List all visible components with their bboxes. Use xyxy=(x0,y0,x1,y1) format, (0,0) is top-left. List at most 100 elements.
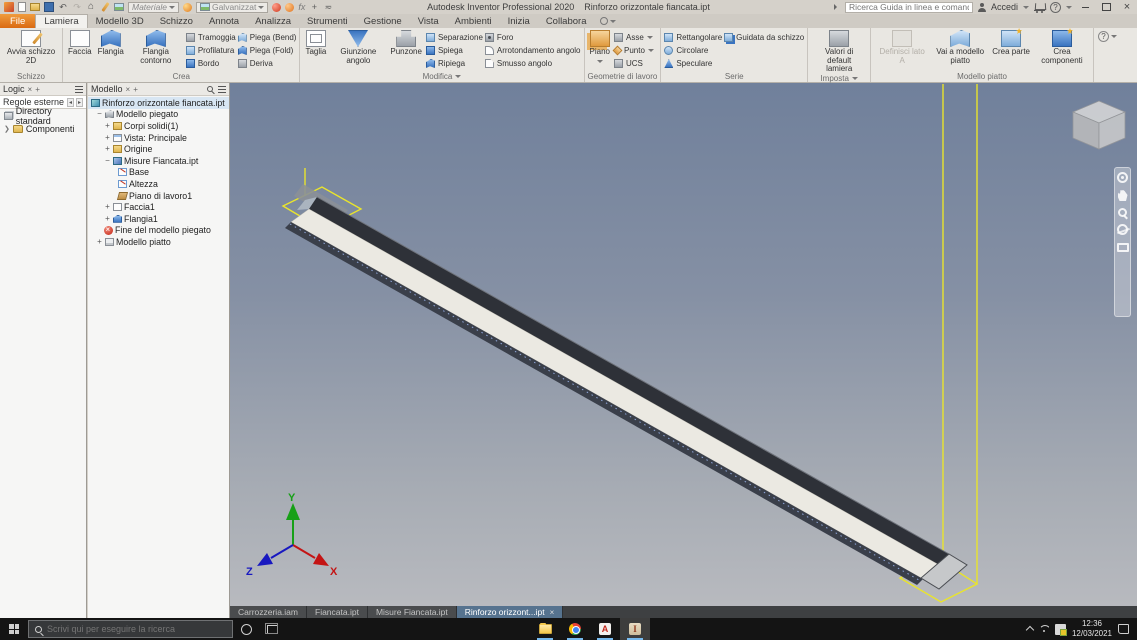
view-cube[interactable] xyxy=(1070,99,1128,153)
tray-app-icon[interactable] xyxy=(1055,624,1066,635)
zoom-icon[interactable] xyxy=(1118,208,1127,217)
ribbon-appearance-button[interactable] xyxy=(1098,31,1117,42)
taskbar-clock[interactable]: 12:36 12/03/2021 xyxy=(1072,619,1112,638)
sheet-metal-part[interactable] xyxy=(285,184,967,589)
collapse-icon[interactable] xyxy=(104,157,111,165)
rettangolare-button[interactable]: Rettangolare xyxy=(664,31,722,44)
plus-icon[interactable]: + xyxy=(309,2,319,12)
tab-file[interactable]: File xyxy=(0,14,35,28)
wifi-icon[interactable] xyxy=(1039,625,1049,633)
crea-parte-button[interactable]: Crea parte xyxy=(990,29,1032,71)
expand-icon[interactable] xyxy=(104,134,111,142)
redo-icon[interactable]: ↷ xyxy=(72,2,82,12)
tree-node-flangia1[interactable]: Flangia1 xyxy=(88,213,229,225)
punto-button[interactable]: Punto xyxy=(614,44,654,57)
look-at-icon[interactable] xyxy=(1117,243,1129,252)
tab-gestione[interactable]: Gestione xyxy=(356,14,410,28)
menu-icon[interactable] xyxy=(218,86,226,93)
taglia-button[interactable]: Taglia xyxy=(303,29,328,71)
sign-in-button[interactable]: Accedi xyxy=(991,2,1018,12)
close-button[interactable] xyxy=(1119,1,1135,13)
home-view-icon[interactable]: ⌂ xyxy=(86,2,96,12)
expand-icon[interactable] xyxy=(104,215,111,223)
ribbon-display-options[interactable] xyxy=(594,14,622,28)
appearance-image-icon[interactable] xyxy=(114,3,124,11)
expand-icon[interactable] xyxy=(104,145,111,153)
foro-button[interactable]: Foro xyxy=(485,31,581,44)
giunzione-angolo-button[interactable]: Giunzione angolo xyxy=(330,29,386,71)
asse-button[interactable]: Asse xyxy=(614,31,654,44)
tree-node-altezza[interactable]: Altezza xyxy=(88,178,229,190)
tree-node-root[interactable]: Rinforzo orizzontale fiancata.ipt xyxy=(88,97,229,109)
restore-button[interactable] xyxy=(1098,1,1114,13)
save-icon[interactable] xyxy=(44,2,54,12)
tab-inizia[interactable]: Inizia xyxy=(500,14,538,28)
adjust-ball2-icon[interactable] xyxy=(285,3,294,12)
doc-tab-3[interactable]: Misure Fiancata.ipt xyxy=(368,606,457,618)
parameters-fx-button[interactable]: fx xyxy=(298,2,305,12)
minimize-button[interactable] xyxy=(1077,1,1093,13)
tree-node-fine-modello-piegato[interactable]: Fine del modello piegato xyxy=(88,225,229,237)
inventor-logo-icon[interactable] xyxy=(4,2,14,12)
tab-analizza[interactable]: Analizza xyxy=(247,14,299,28)
tree-node-modello-piegato[interactable]: Modello piegato xyxy=(88,109,229,121)
start-button[interactable] xyxy=(0,618,28,640)
piega-bend-button[interactable]: Piega (Bend) xyxy=(238,31,297,44)
taskbar-search-input[interactable] xyxy=(47,624,217,634)
tree-node-componenti[interactable]: ❯ Componenti xyxy=(0,122,86,135)
plus-icon[interactable]: + xyxy=(133,85,138,94)
3d-viewport[interactable]: Y X Z xyxy=(230,83,1137,606)
piano-button[interactable]: Piano xyxy=(588,29,612,71)
tray-expand-icon[interactable] xyxy=(1026,626,1034,634)
faccia-button[interactable]: Faccia xyxy=(66,29,94,71)
taskbar-search[interactable] xyxy=(28,620,233,638)
tab-strumenti[interactable]: Strumenti xyxy=(299,14,356,28)
tree-node-origine[interactable]: Origine xyxy=(88,143,229,155)
speculare-button[interactable]: Speculare xyxy=(664,57,722,70)
orbit-icon[interactable] xyxy=(1117,224,1128,235)
circolare-button[interactable]: Circolare xyxy=(664,44,722,57)
tab-vista[interactable]: Vista xyxy=(410,14,447,28)
open-file-icon[interactable] xyxy=(30,3,40,11)
chevron-down-icon[interactable] xyxy=(1023,6,1029,12)
doc-tab-active[interactable]: Rinforzo orizzont...ipt × xyxy=(457,606,564,618)
undo-icon[interactable]: ↶ xyxy=(58,2,68,12)
adjust-ball-icon[interactable] xyxy=(272,3,281,12)
bordo-button[interactable]: Bordo xyxy=(186,57,236,70)
plus-icon[interactable]: + xyxy=(35,85,40,94)
help-search-input[interactable] xyxy=(845,2,973,13)
tab-lamiera[interactable]: Lamiera xyxy=(35,14,87,28)
appearance-ball-icon[interactable] xyxy=(183,3,192,12)
expand-icon[interactable] xyxy=(96,238,103,246)
action-center-icon[interactable] xyxy=(1118,624,1129,634)
ucs-button[interactable]: UCS xyxy=(614,57,654,70)
valori-default-lamiera-button[interactable]: Valori di default lamiera xyxy=(811,29,867,74)
store-cart-icon[interactable] xyxy=(1034,3,1045,11)
tab-annota[interactable]: Annota xyxy=(201,14,247,28)
panel-label-modifica[interactable]: Modifica xyxy=(303,71,580,82)
tramoggia-button[interactable]: Tramoggia xyxy=(186,31,236,44)
vai-a-modello-piatto-button[interactable]: Vai a modello piatto xyxy=(932,29,988,71)
inventor-button[interactable] xyxy=(620,618,650,640)
arrotondamento-angolo-button[interactable]: Arrotondamento angolo xyxy=(485,44,581,57)
spiega-button[interactable]: Spiega xyxy=(426,44,483,57)
crea-componenti-button[interactable]: Crea componenti xyxy=(1034,29,1090,71)
search-expand-icon[interactable] xyxy=(834,4,840,10)
tree-node-corpi-solidi[interactable]: Corpi solidi(1) xyxy=(88,120,229,132)
tab-collabora[interactable]: Collabora xyxy=(538,14,595,28)
close-icon[interactable]: × xyxy=(28,85,33,94)
sketch-pencil-icon[interactable] xyxy=(101,2,109,12)
ripiega-button[interactable]: Ripiega xyxy=(426,57,483,70)
tab-modello-3d[interactable]: Modello 3D xyxy=(88,14,152,28)
tab-ambienti[interactable]: Ambienti xyxy=(447,14,500,28)
collapse-icon[interactable] xyxy=(96,110,103,118)
flangia-contorno-button[interactable]: Flangia contorno xyxy=(128,29,184,71)
cortana-button[interactable] xyxy=(233,618,259,640)
material-combobox[interactable]: Materiale xyxy=(128,2,179,13)
pan-icon[interactable] xyxy=(1118,190,1128,201)
qat-customize-icon[interactable]: ≂ xyxy=(323,2,333,12)
navigation-wheel-icon[interactable] xyxy=(1117,172,1128,183)
doc-tab-1[interactable]: Carrozzeria.iam xyxy=(230,606,307,618)
appearance-combobox[interactable]: Galvanizzat xyxy=(196,2,268,13)
avvia-schizzo-2d-button[interactable]: Avvia schizzo 2D xyxy=(3,29,59,71)
